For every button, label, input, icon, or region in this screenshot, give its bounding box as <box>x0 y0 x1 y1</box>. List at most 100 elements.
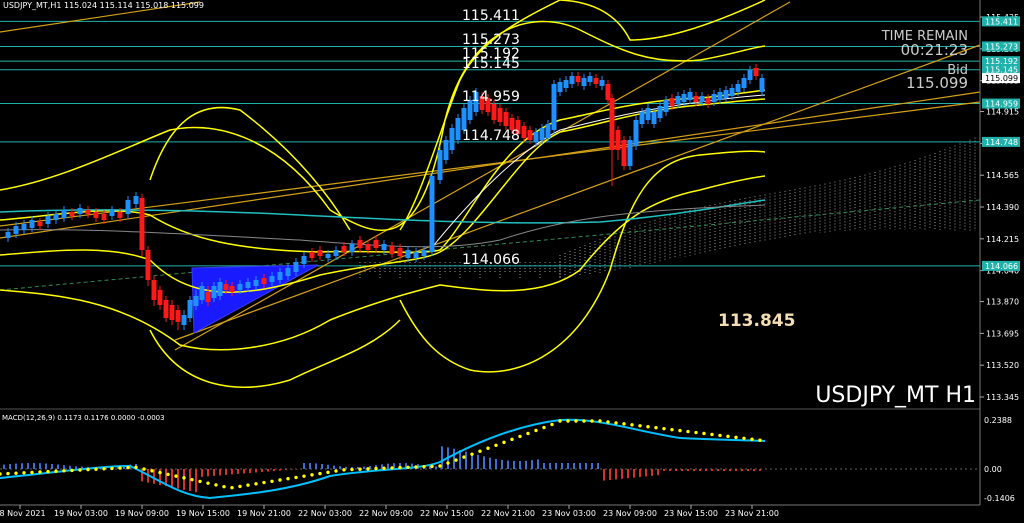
candle-body <box>669 98 675 106</box>
candle-body <box>449 128 455 150</box>
candle-body <box>521 126 527 138</box>
candle-body <box>497 108 503 122</box>
candle-body <box>93 212 99 218</box>
candle-body <box>593 78 599 84</box>
candle-body <box>729 88 735 96</box>
candle-body <box>397 248 403 256</box>
signal-dot <box>414 465 418 469</box>
signal-dot <box>262 480 266 485</box>
signal-dot <box>14 471 18 475</box>
candle-body <box>317 250 323 256</box>
signal-dot <box>190 477 194 482</box>
candle-body <box>429 176 435 252</box>
signal-dot <box>206 481 210 485</box>
signal-dot <box>734 435 738 440</box>
candle-body <box>365 244 371 250</box>
candle-body <box>181 315 187 325</box>
candle-body <box>357 240 363 248</box>
candle-body <box>741 78 747 88</box>
candle-body <box>645 108 651 120</box>
candle-body <box>21 224 27 230</box>
signal-dot <box>390 466 394 470</box>
level-label: 114.959 <box>462 89 520 105</box>
signal-dot <box>86 467 90 472</box>
candle-body <box>261 278 267 284</box>
candle-body <box>145 250 151 280</box>
signal-dot <box>518 434 522 439</box>
time-tick-label: 23 Nov 15:00 <box>664 509 718 518</box>
signal-dot <box>342 468 346 472</box>
candle-body <box>563 80 569 88</box>
time-tick-label: 22 Nov 09:00 <box>359 509 413 518</box>
signal-dot <box>174 474 178 478</box>
candle-body <box>705 98 711 104</box>
candle-body <box>533 132 539 142</box>
candle-body <box>461 108 467 130</box>
signal-dot <box>590 419 594 423</box>
signal-dot <box>22 471 26 475</box>
signal-dot <box>150 469 154 473</box>
signal-dot <box>46 469 50 474</box>
signal-dot <box>718 433 722 438</box>
signal-dot <box>678 428 682 433</box>
signal-dot <box>366 467 370 471</box>
signal-dot <box>566 419 570 423</box>
signal-dot <box>526 431 530 436</box>
signal-dot <box>542 425 546 430</box>
macd-tick: -0.1406 <box>984 494 1015 503</box>
candle-body <box>245 282 251 288</box>
time-tick-label: 23 Nov 09:00 <box>603 509 657 518</box>
candle-body <box>491 104 497 120</box>
time-tick-label: 18 Nov 2021 <box>0 509 46 518</box>
candle-body <box>413 252 419 258</box>
level-label: 115.145 <box>462 56 520 72</box>
signal-dot <box>270 479 274 483</box>
macd-tick: 0.2388 <box>984 416 1012 425</box>
candle-body <box>747 70 753 80</box>
signal-dot <box>742 436 746 440</box>
instrument-title: USDJPY_MT H1 <box>815 383 976 408</box>
candle-body <box>381 244 387 250</box>
candle-body <box>693 96 699 102</box>
candle-body <box>349 244 355 252</box>
signal-dot <box>310 473 314 477</box>
price-tick-label: 113.695 <box>986 329 1019 338</box>
candle-body <box>237 284 243 290</box>
signal-dot <box>30 470 34 475</box>
signal-dot <box>646 425 650 429</box>
signal-dot <box>598 419 602 423</box>
candle-body <box>285 268 291 276</box>
signal-dot <box>110 466 114 471</box>
candle-body <box>503 112 509 126</box>
signal-dot <box>622 422 626 426</box>
signal-dot <box>134 465 138 470</box>
price-tick-label: 114.215 <box>986 235 1019 244</box>
signal-dot <box>198 479 202 484</box>
candle-body <box>575 76 581 82</box>
signal-dot <box>118 466 122 470</box>
signal-dot <box>326 470 330 475</box>
bid-value: 115.099 <box>906 74 968 92</box>
candle-body <box>605 84 611 100</box>
price-tick-label: 114.915 <box>986 108 1019 117</box>
candle-body <box>651 112 657 124</box>
candle-body <box>723 90 729 98</box>
candle-body <box>193 296 199 306</box>
candle-body <box>69 212 75 216</box>
candle-body <box>45 216 51 224</box>
signal-dot <box>286 477 290 481</box>
candle-body <box>175 310 181 322</box>
signal-dot <box>550 422 554 427</box>
signal-dot <box>662 426 666 431</box>
candle-body <box>657 106 663 118</box>
price-level-tag-label: 114.959 <box>985 100 1018 109</box>
ohlc-info: 115.024 115.114 115.018 115.099 <box>64 1 204 10</box>
candle-body <box>711 94 717 102</box>
signal-dot <box>78 468 82 472</box>
price-chart[interactable]: USDJPY_MT,H1 115.024 115.114 115.018 115… <box>0 0 1024 523</box>
price-tick-label: 113.345 <box>986 393 1019 402</box>
candle-body <box>163 300 169 318</box>
price-level-tag-label: 115.099 <box>985 74 1018 83</box>
candle-body <box>633 120 639 146</box>
symbol-info: USDJPY_MT,H1 <box>3 1 61 10</box>
